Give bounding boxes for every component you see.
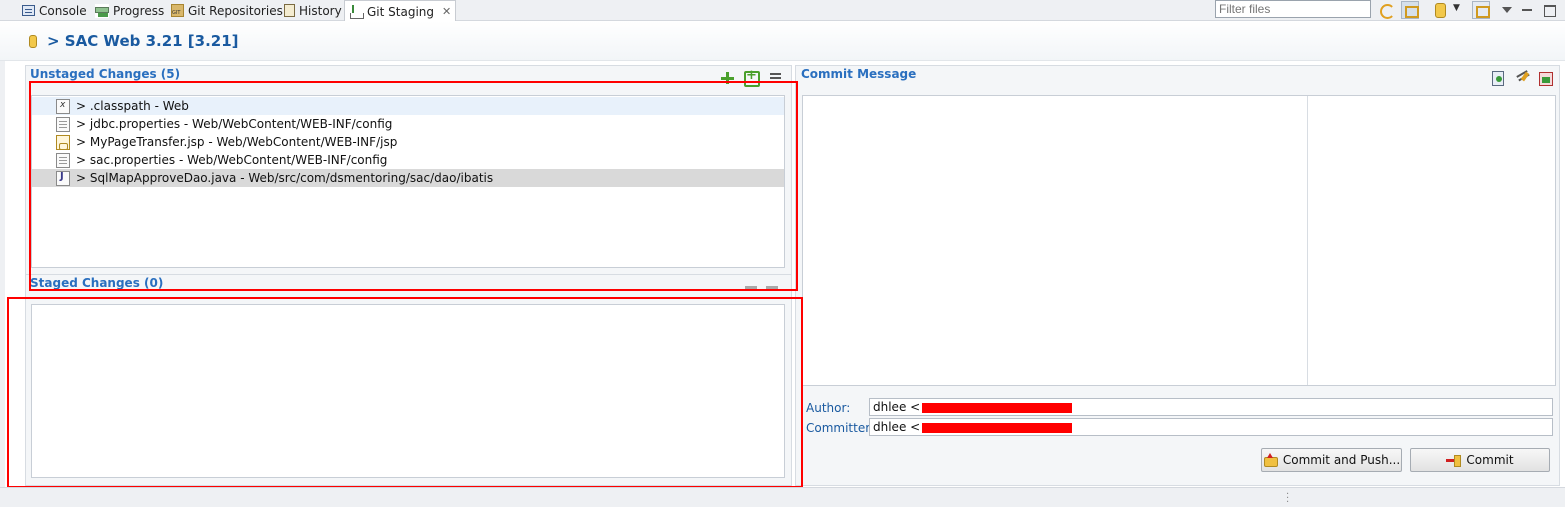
add-to-index-icon[interactable] — [719, 70, 735, 86]
tab-console-label: Console — [39, 3, 87, 18]
properties-file-icon — [56, 116, 70, 132]
maximize-icon[interactable] — [1540, 1, 1558, 19]
staged-file-list[interactable] — [31, 304, 785, 478]
author-field[interactable]: dhlee < — [869, 398, 1553, 416]
signed-off-by-icon[interactable] — [1514, 70, 1530, 86]
file-label: > SqlMapApproveDao.java - Web/src/com/ds… — [76, 171, 494, 185]
jsp-file-icon — [56, 134, 70, 150]
sash-grip-icon[interactable]: · · · — [1286, 490, 1289, 507]
push-icon — [1263, 453, 1278, 467]
tab-git-staging-label: Git Staging — [367, 4, 435, 19]
filter-files-input[interactable] — [1215, 0, 1371, 18]
list-item[interactable]: > jdbc.properties - Web/WebContent/WEB-I… — [32, 115, 784, 133]
list-item[interactable]: > .classpath - Web — [32, 97, 784, 115]
list-item[interactable]: > SqlMapApproveDao.java - Web/src/com/ds… — [32, 169, 784, 187]
remove-from-index-icon[interactable] — [743, 279, 759, 295]
commit-button[interactable]: Commit — [1410, 448, 1550, 472]
tab-console[interactable]: Console — [22, 0, 87, 21]
tab-history-label: History — [299, 3, 342, 18]
committer-value: dhlee < — [873, 420, 921, 434]
tab-history[interactable]: History — [284, 0, 342, 21]
git-repositories-icon — [171, 4, 184, 17]
redaction-mark — [922, 402, 1073, 413]
tab-git-repositories-label: Git Repositories — [188, 3, 283, 18]
list-item[interactable]: > sac.properties - Web/WebContent/WEB-IN… — [32, 151, 784, 169]
minimize-icon[interactable] — [1518, 1, 1536, 19]
unstaged-changes-title: Unstaged Changes (5) — [30, 67, 181, 81]
list-item[interactable]: > MyPageTransfer.jsp - Web/WebContent/WE… — [32, 133, 784, 151]
progress-icon — [95, 3, 109, 18]
close-tab-icon[interactable]: ✕ — [442, 5, 451, 18]
file-label: > MyPageTransfer.jsp - Web/WebContent/WE… — [76, 135, 398, 149]
redaction-mark — [922, 422, 1073, 433]
commit-icon — [1446, 453, 1462, 467]
author-value: dhlee < — [873, 400, 921, 414]
history-icon — [284, 4, 295, 17]
commit-and-push-label: Commit and Push... — [1282, 453, 1401, 467]
staged-changes-title: Staged Changes (0) — [30, 276, 164, 290]
repository-icon[interactable] — [1431, 1, 1449, 19]
tab-progress[interactable]: Progress — [95, 0, 164, 21]
status-bar: · · · — [0, 487, 1565, 507]
properties-file-icon — [56, 152, 70, 168]
console-icon — [22, 5, 35, 16]
commit-message-textarea[interactable] — [802, 95, 1556, 386]
presentation-icon[interactable] — [1472, 1, 1490, 19]
unstaged-file-list[interactable]: > .classpath - Web > jdbc.properties - W… — [31, 95, 785, 268]
java-file-icon — [56, 170, 70, 186]
git-staging-icon — [349, 4, 364, 19]
repository-icon — [29, 35, 37, 48]
file-label: > jdbc.properties - Web/WebContent/WEB-I… — [76, 117, 393, 131]
file-label: > sac.properties - Web/WebContent/WEB-IN… — [76, 153, 388, 167]
repository-dropdown-icon[interactable]: ▼ — [1453, 3, 1471, 21]
commit-message-title: Commit Message — [801, 67, 917, 81]
tab-git-staging[interactable]: Git Staging ✕ — [344, 0, 457, 22]
presentation-menu-icon[interactable] — [767, 70, 783, 86]
commit-label: Commit — [1466, 453, 1514, 467]
committer-field[interactable]: dhlee < — [869, 418, 1553, 436]
tab-git-repositories[interactable]: Git Repositories — [171, 0, 283, 21]
amend-icon[interactable] — [1490, 70, 1506, 86]
xml-file-icon — [56, 98, 70, 114]
add-all-to-index-icon[interactable] — [742, 68, 760, 87]
link-with-selection-icon[interactable] — [1401, 1, 1419, 19]
file-label: > .classpath - Web — [76, 99, 189, 113]
view-menu-icon[interactable] — [1498, 1, 1516, 19]
staging-header: > SAC Web 3.21 [3.21] — [0, 21, 1565, 61]
left-sash[interactable] — [0, 61, 5, 491]
refresh-icon[interactable] — [1377, 1, 1395, 19]
committer-label: Committer: — [806, 421, 874, 435]
page-title: > SAC Web 3.21 [3.21] — [47, 32, 239, 50]
view-tab-bar: Console Progress Git Repositories Histor… — [0, 0, 1565, 22]
remove-all-from-index-icon[interactable] — [764, 279, 780, 295]
author-label: Author: — [806, 401, 851, 415]
add-change-id-icon[interactable] — [1537, 70, 1553, 86]
commit-and-push-button[interactable]: Commit and Push... — [1261, 448, 1402, 472]
message-margin-divider — [1307, 96, 1308, 385]
tab-progress-label: Progress — [113, 3, 165, 18]
